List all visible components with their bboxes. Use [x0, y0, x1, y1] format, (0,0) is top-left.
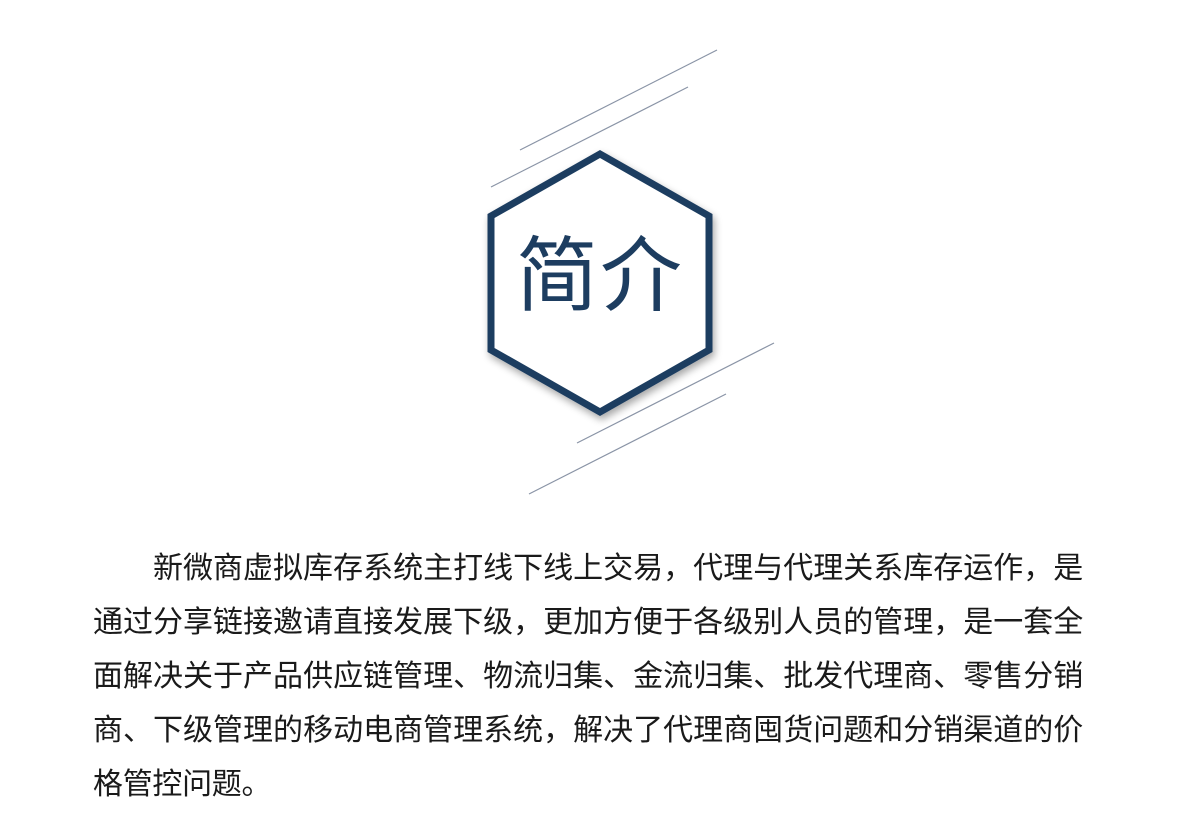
diagonal-line-bottom-2 — [528, 393, 727, 495]
intro-paragraph: 新微商虚拟库存系统主打线下线上交易，代理与代理关系库存运作，是通过分享链接邀请直… — [93, 551, 1083, 802]
section-title: 简介 — [515, 229, 684, 324]
section-emblem: 简介 — [0, 0, 1200, 520]
diagonal-line-top-1 — [519, 49, 718, 151]
